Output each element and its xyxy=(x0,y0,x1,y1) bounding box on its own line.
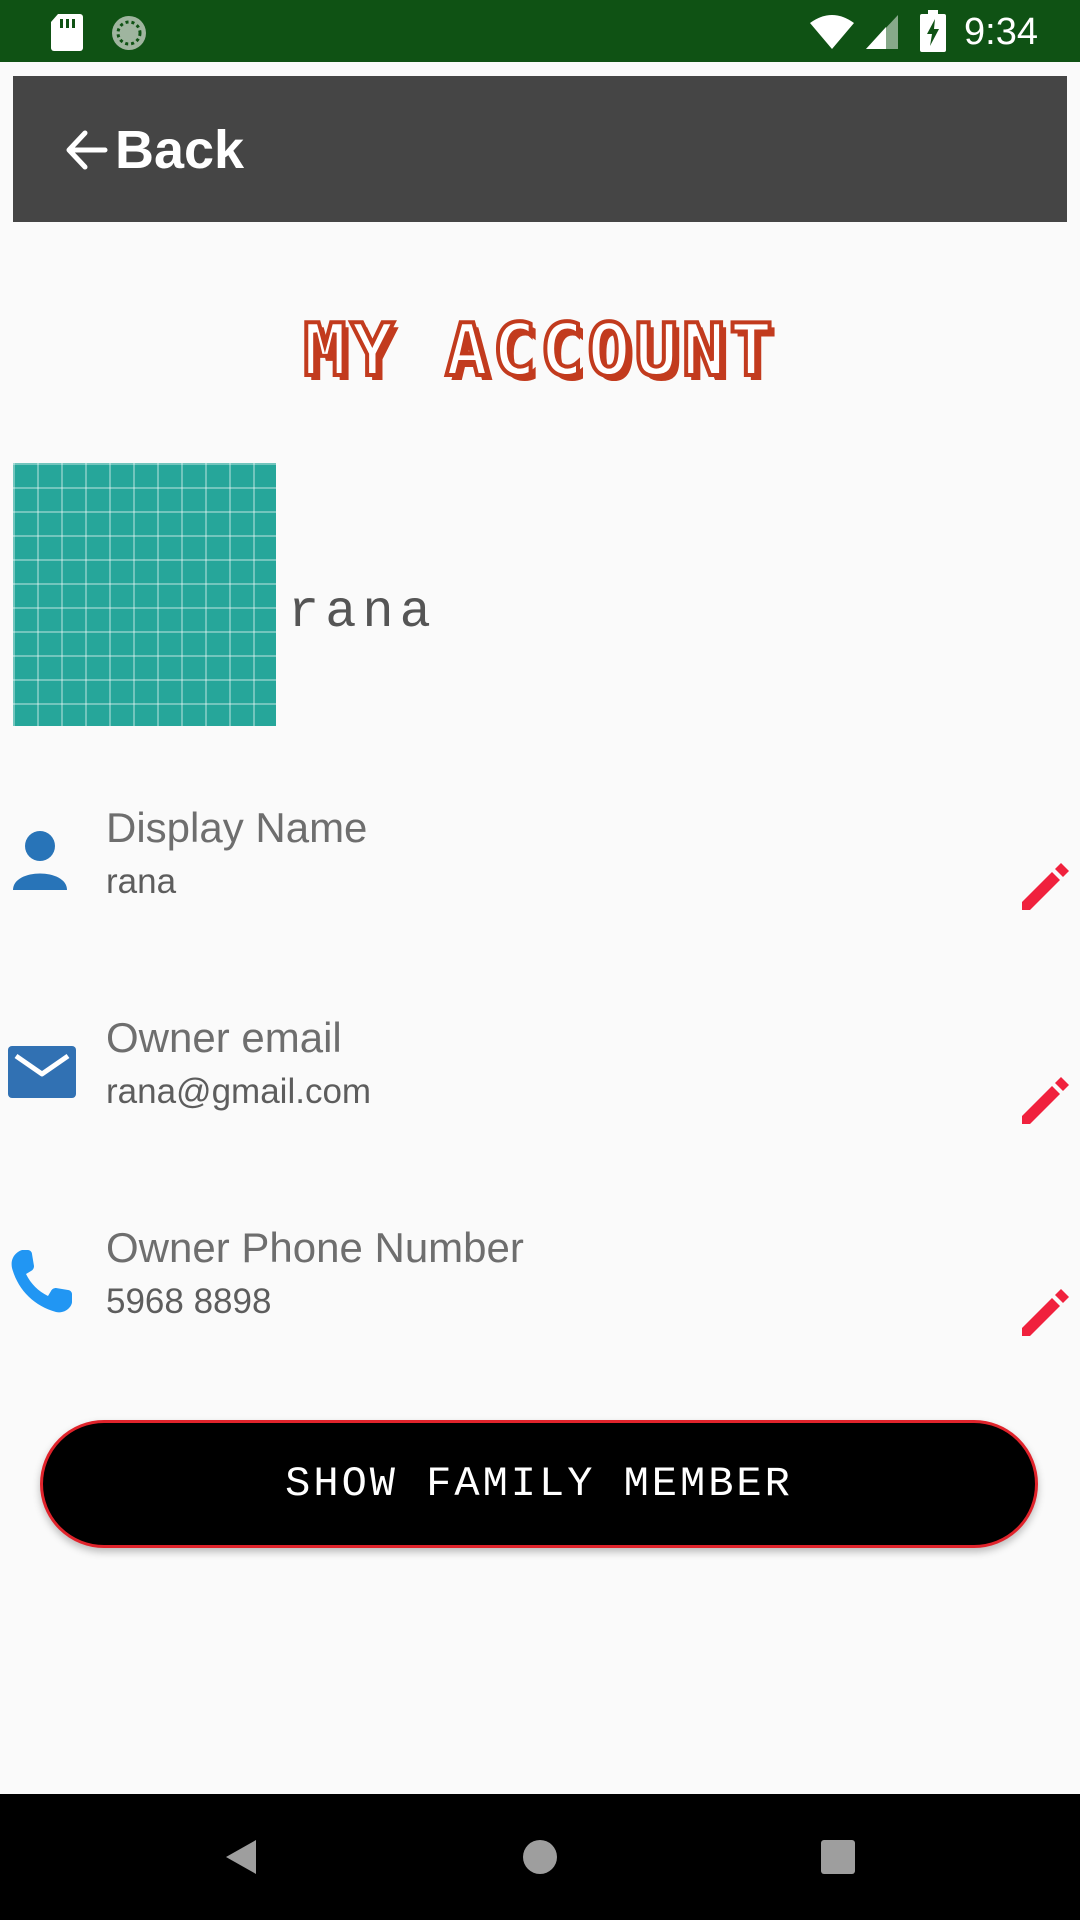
owner-email-label: Owner email xyxy=(106,1014,342,1061)
display-name-value: rana xyxy=(106,862,177,901)
display-name-row: Display Name rana xyxy=(0,790,1080,950)
show-family-member-button[interactable]: SHOW FAMILY MEMBER xyxy=(40,1420,1038,1548)
back-label: Back xyxy=(115,120,245,180)
owner-email-value: rana@gmail.com xyxy=(106,1072,372,1111)
profile-name: rana xyxy=(288,583,437,642)
edit-pencil-icon[interactable] xyxy=(1018,1284,1074,1340)
owner-phone-row: Owner Phone Number 5968 8898 xyxy=(0,1210,1080,1370)
signal-icon xyxy=(866,15,898,49)
recents-square-icon[interactable] xyxy=(813,1832,863,1882)
status-bar: 9:34 xyxy=(0,0,1080,62)
owner-phone-label: Owner Phone Number xyxy=(106,1224,524,1271)
back-button[interactable]: Back xyxy=(63,112,244,188)
home-circle-icon[interactable] xyxy=(515,1832,565,1882)
battery-charging-icon xyxy=(920,10,946,52)
app-bar: Back xyxy=(13,76,1067,222)
owner-email-row: Owner email rana@gmail.com xyxy=(0,1000,1080,1160)
edit-pencil-icon[interactable] xyxy=(1018,1072,1074,1128)
display-name-label: Display Name xyxy=(106,804,368,851)
mail-icon xyxy=(8,1046,76,1098)
sync-icon xyxy=(112,16,146,50)
wifi-icon xyxy=(810,15,854,49)
clock: 9:34 xyxy=(964,11,1038,53)
edit-pencil-icon[interactable] xyxy=(1018,858,1074,914)
phone-icon xyxy=(11,1250,72,1313)
navigation-bar xyxy=(0,1794,1080,1920)
owner-phone-value: 5968 8898 xyxy=(106,1282,272,1321)
avatar[interactable] xyxy=(13,463,276,726)
sd-card-icon xyxy=(51,14,83,51)
back-triangle-icon[interactable] xyxy=(216,1832,266,1882)
arrow-left-icon xyxy=(66,130,108,170)
person-icon xyxy=(13,831,67,890)
page-title: MY ACCOUNT xyxy=(301,306,777,394)
